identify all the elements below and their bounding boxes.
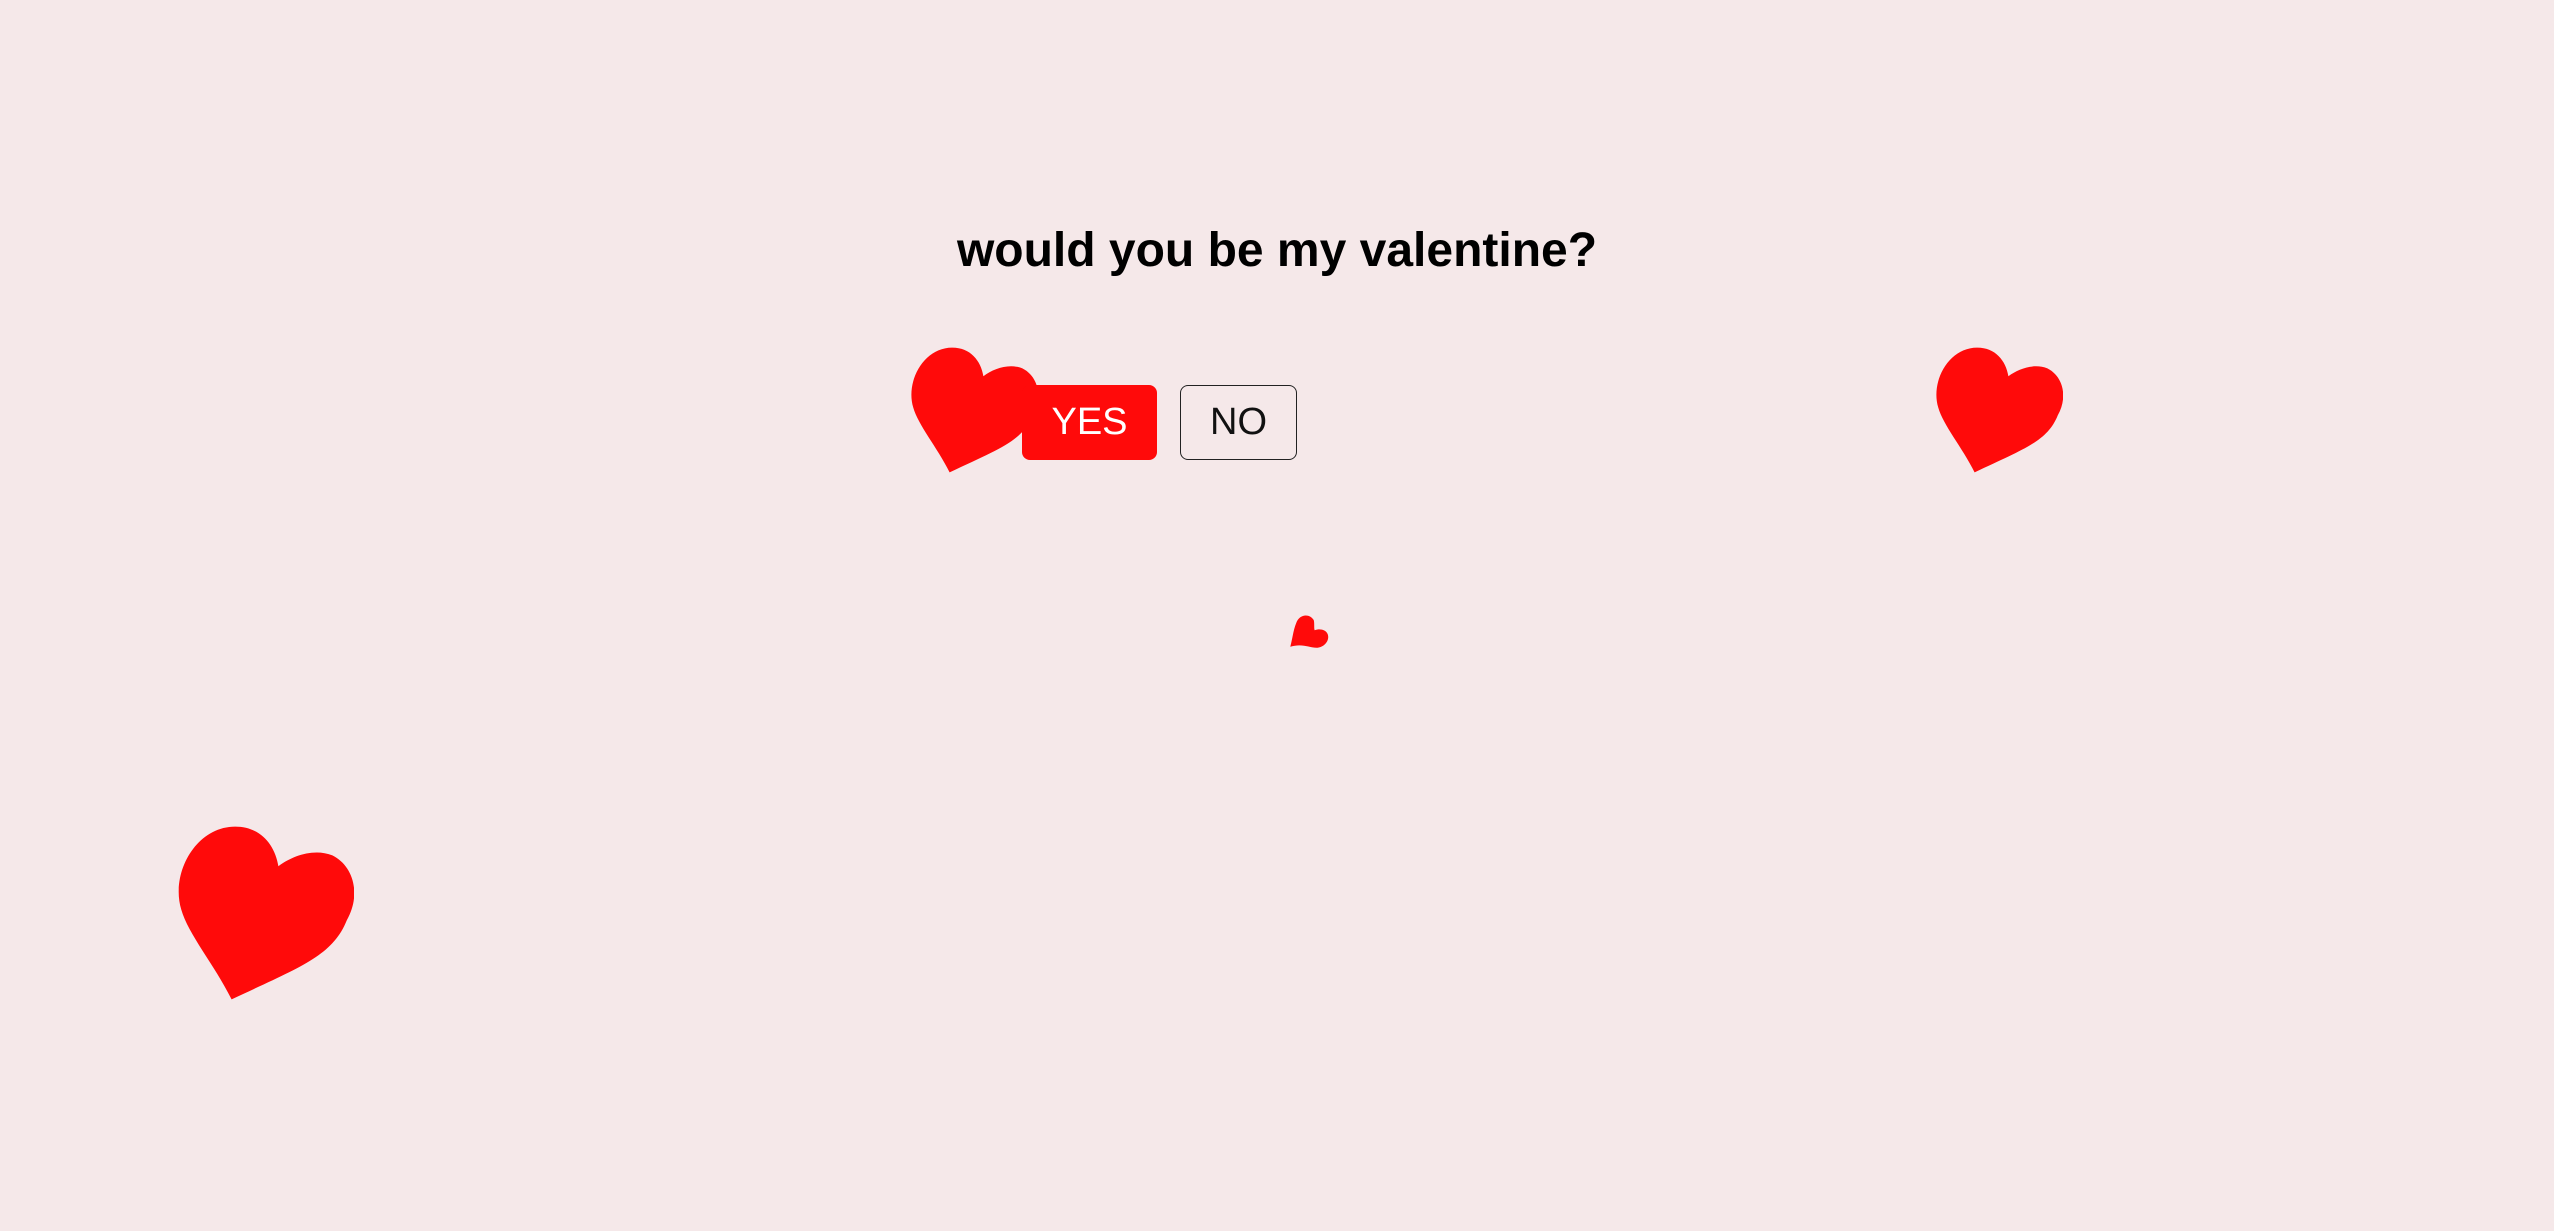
valentine-page: would you be my valentine? YES NO xyxy=(0,0,2554,1231)
no-button[interactable]: NO xyxy=(1180,385,1297,460)
yes-button[interactable]: YES xyxy=(1022,385,1157,460)
heart-icon xyxy=(908,345,1038,475)
heart-icon xyxy=(174,823,354,1003)
heart-icon xyxy=(1288,610,1334,656)
page-title: would you be my valentine? xyxy=(956,224,1598,277)
heart-icon xyxy=(1933,345,2063,475)
